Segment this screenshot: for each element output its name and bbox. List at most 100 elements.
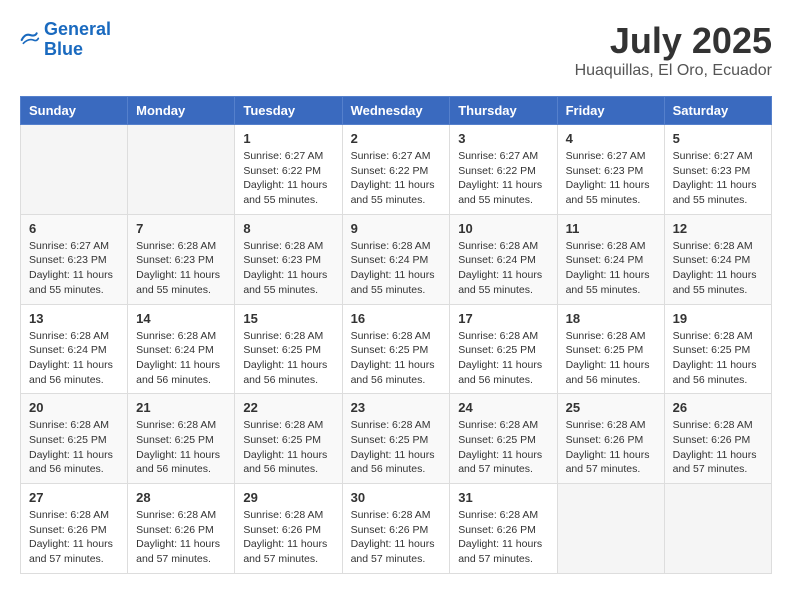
day-info: Sunrise: 6:28 AMSunset: 6:25 PMDaylight:… — [351, 329, 442, 388]
day-number: 11 — [566, 221, 656, 236]
day-info: Sunrise: 6:28 AMSunset: 6:25 PMDaylight:… — [566, 329, 656, 388]
calendar-cell: 25Sunrise: 6:28 AMSunset: 6:26 PMDayligh… — [557, 394, 664, 484]
day-number: 21 — [136, 400, 226, 415]
calendar-cell: 23Sunrise: 6:28 AMSunset: 6:25 PMDayligh… — [342, 394, 450, 484]
day-header-thursday: Thursday — [450, 97, 557, 125]
day-info: Sunrise: 6:28 AMSunset: 6:24 PMDaylight:… — [136, 329, 226, 388]
calendar-cell: 14 Sunrise: 6:28 AMSunset: 6:24 PMDayligh… — [128, 304, 235, 394]
day-info: Sunrise: 6:27 AMSunset: 6:22 PMDaylight:… — [458, 149, 548, 208]
calendar-cell — [128, 125, 235, 215]
day-number: 19 — [673, 311, 763, 326]
calendar-cell: 17 Sunrise: 6:28 AMSunset: 6:25 PMDayligh… — [450, 304, 557, 394]
week-row-3: 13Sunrise: 6:28 AMSunset: 6:24 PMDayligh… — [21, 304, 772, 394]
week-row-2: 6 Sunrise: 6:27 AMSunset: 6:23 PMDaylight… — [21, 214, 772, 304]
title-block: July 2025 Huaquillas, El Oro, Ecuador — [575, 20, 772, 80]
day-number: 31 — [458, 490, 548, 505]
calendar-cell: 11 Sunrise: 6:28 AMSunset: 6:24 PMDayligh… — [557, 214, 664, 304]
day-info: Sunrise: 6:28 AMSunset: 6:25 PMDaylight:… — [136, 418, 226, 477]
calendar-cell: 13Sunrise: 6:28 AMSunset: 6:24 PMDayligh… — [21, 304, 128, 394]
day-number: 16 — [351, 311, 442, 326]
day-info: Sunrise: 6:28 AMSunset: 6:26 PMDaylight:… — [673, 418, 763, 477]
day-header-saturday: Saturday — [664, 97, 771, 125]
day-number: 28 — [136, 490, 226, 505]
day-info: Sunrise: 6:28 AMSunset: 6:26 PMDaylight:… — [351, 508, 442, 567]
day-number: 30 — [351, 490, 442, 505]
calendar-cell: 2 Sunrise: 6:27 AMSunset: 6:22 PMDaylight… — [342, 125, 450, 215]
calendar-cell: 12 Sunrise: 6:28 AMSunset: 6:24 PMDayligh… — [664, 214, 771, 304]
calendar-cell: 4 Sunrise: 6:27 AMSunset: 6:23 PMDaylight… — [557, 125, 664, 215]
day-number: 10 — [458, 221, 548, 236]
calendar-cell: 21 Sunrise: 6:28 AMSunset: 6:25 PMDayligh… — [128, 394, 235, 484]
day-info: Sunrise: 6:27 AMSunset: 6:23 PMDaylight:… — [673, 149, 763, 208]
day-info: Sunrise: 6:28 AMSunset: 6:26 PMDaylight:… — [136, 508, 226, 567]
logo-blue: Blue — [44, 39, 83, 59]
calendar-cell: 31 Sunrise: 6:28 AMSunset: 6:26 PMDayligh… — [450, 484, 557, 574]
day-info: Sunrise: 6:28 AMSunset: 6:25 PMDaylight:… — [458, 418, 548, 477]
day-info: Sunrise: 6:27 AMSunset: 6:23 PMDaylight:… — [566, 149, 656, 208]
day-number: 3 — [458, 131, 548, 146]
day-number: 9 — [351, 221, 442, 236]
day-number: 18 — [566, 311, 656, 326]
day-number: 17 — [458, 311, 548, 326]
calendar-cell: 26 Sunrise: 6:28 AMSunset: 6:26 PMDayligh… — [664, 394, 771, 484]
calendar-cell: 10 Sunrise: 6:28 AMSunset: 6:24 PMDayligh… — [450, 214, 557, 304]
calendar-body: 1 Sunrise: 6:27 AMSunset: 6:22 PMDaylight… — [21, 125, 772, 574]
day-info: Sunrise: 6:28 AMSunset: 6:26 PMDaylight:… — [243, 508, 333, 567]
week-row-1: 1 Sunrise: 6:27 AMSunset: 6:22 PMDaylight… — [21, 125, 772, 215]
logo-icon — [20, 30, 40, 50]
week-row-4: 20Sunrise: 6:28 AMSunset: 6:25 PMDayligh… — [21, 394, 772, 484]
calendar-cell: 7 Sunrise: 6:28 AMSunset: 6:23 PMDaylight… — [128, 214, 235, 304]
day-number: 8 — [243, 221, 333, 236]
day-info: Sunrise: 6:27 AMSunset: 6:22 PMDaylight:… — [243, 149, 333, 208]
day-info: Sunrise: 6:28 AMSunset: 6:24 PMDaylight:… — [673, 239, 763, 298]
day-header-wednesday: Wednesday — [342, 97, 450, 125]
day-number: 12 — [673, 221, 763, 236]
calendar-cell — [664, 484, 771, 574]
page-header: General Blue July 2025 Huaquillas, El Or… — [20, 20, 772, 80]
day-number: 14 — [136, 311, 226, 326]
day-info: Sunrise: 6:28 AMSunset: 6:26 PMDaylight:… — [458, 508, 548, 567]
calendar-cell: 24 Sunrise: 6:28 AMSunset: 6:25 PMDayligh… — [450, 394, 557, 484]
calendar-cell: 15Sunrise: 6:28 AMSunset: 6:25 PMDayligh… — [235, 304, 342, 394]
day-info: Sunrise: 6:27 AMSunset: 6:23 PMDaylight:… — [29, 239, 119, 298]
day-header-sunday: Sunday — [21, 97, 128, 125]
day-number: 6 — [29, 221, 119, 236]
calendar-table: SundayMondayTuesdayWednesdayThursdayFrid… — [20, 96, 772, 574]
day-number: 22 — [243, 400, 333, 415]
day-info: Sunrise: 6:28 AMSunset: 6:24 PMDaylight:… — [351, 239, 442, 298]
day-number: 26 — [673, 400, 763, 415]
calendar-cell: 30 Sunrise: 6:28 AMSunset: 6:26 PMDayligh… — [342, 484, 450, 574]
logo-general: General — [44, 19, 111, 39]
calendar-cell: 27 Sunrise: 6:28 AMSunset: 6:26 PMDayligh… — [21, 484, 128, 574]
day-number: 2 — [351, 131, 442, 146]
day-info: Sunrise: 6:28 AMSunset: 6:25 PMDaylight:… — [458, 329, 548, 388]
day-info: Sunrise: 6:27 AMSunset: 6:22 PMDaylight:… — [351, 149, 442, 208]
calendar-cell: 19 Sunrise: 6:28 AMSunset: 6:25 PMDayligh… — [664, 304, 771, 394]
calendar-cell: 18 Sunrise: 6:28 AMSunset: 6:25 PMDayligh… — [557, 304, 664, 394]
day-info: Sunrise: 6:28 AMSunset: 6:25 PMDaylight:… — [673, 329, 763, 388]
day-info: Sunrise: 6:28 AMSunset: 6:25 PMDaylight:… — [243, 418, 333, 477]
day-info: Sunrise: 6:28 AMSunset: 6:25 PMDaylight:… — [243, 329, 333, 388]
calendar-cell — [21, 125, 128, 215]
day-number: 7 — [136, 221, 226, 236]
day-header-tuesday: Tuesday — [235, 97, 342, 125]
calendar-cell: 22 Sunrise: 6:28 AMSunset: 6:25 PMDayligh… — [235, 394, 342, 484]
calendar-cell: 1 Sunrise: 6:27 AMSunset: 6:22 PMDaylight… — [235, 125, 342, 215]
day-info: Sunrise: 6:28 AMSunset: 6:25 PMDaylight:… — [351, 418, 442, 477]
day-info: Sunrise: 6:28 AMSunset: 6:23 PMDaylight:… — [136, 239, 226, 298]
day-header-friday: Friday — [557, 97, 664, 125]
day-number: 27 — [29, 490, 119, 505]
day-number: 4 — [566, 131, 656, 146]
calendar-cell: 8Sunrise: 6:28 AMSunset: 6:23 PMDaylight… — [235, 214, 342, 304]
location: Huaquillas, El Oro, Ecuador — [575, 62, 772, 80]
day-info: Sunrise: 6:28 AMSunset: 6:24 PMDaylight:… — [458, 239, 548, 298]
day-header-monday: Monday — [128, 97, 235, 125]
calendar-cell: 16 Sunrise: 6:28 AMSunset: 6:25 PMDayligh… — [342, 304, 450, 394]
day-info: Sunrise: 6:28 AMSunset: 6:24 PMDaylight:… — [566, 239, 656, 298]
calendar-cell: 28 Sunrise: 6:28 AMSunset: 6:26 PMDayligh… — [128, 484, 235, 574]
day-number: 24 — [458, 400, 548, 415]
logo-text: General Blue — [44, 20, 111, 60]
day-info: Sunrise: 6:28 AMSunset: 6:26 PMDaylight:… — [29, 508, 119, 567]
day-number: 1 — [243, 131, 333, 146]
calendar-cell: 9 Sunrise: 6:28 AMSunset: 6:24 PMDaylight… — [342, 214, 450, 304]
